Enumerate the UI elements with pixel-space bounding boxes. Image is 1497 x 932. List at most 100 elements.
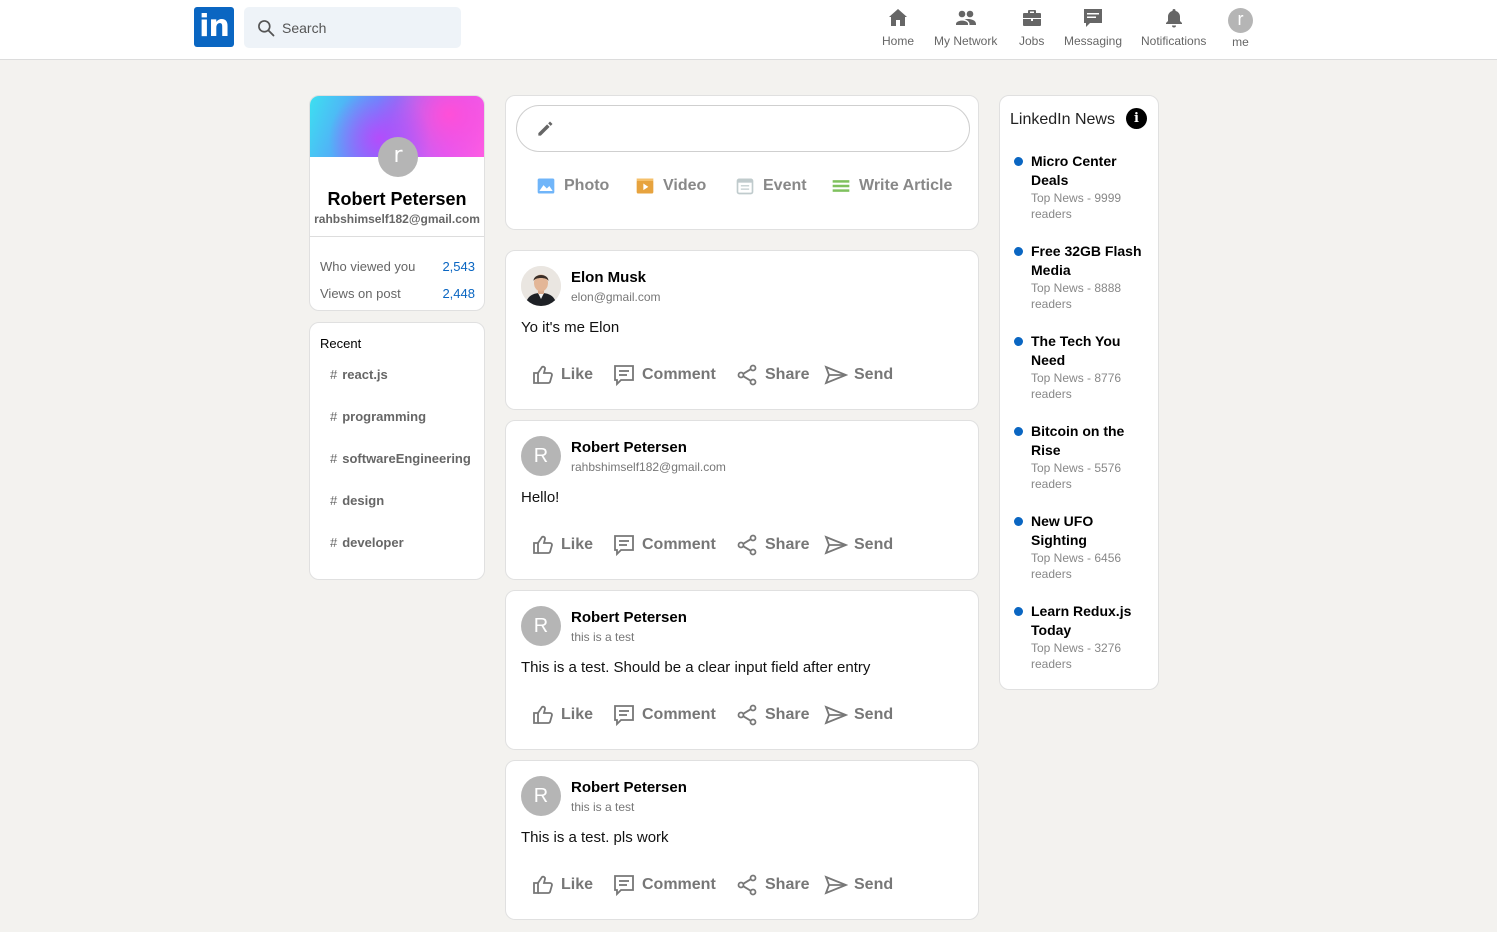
compose-input[interactable]: [516, 105, 970, 152]
post-author-name[interactable]: Elon Musk: [571, 269, 646, 286]
tag-label: softwareEngineering: [342, 451, 471, 466]
post-avatar[interactable]: R: [521, 776, 561, 816]
tag-label: developer: [342, 535, 404, 550]
like-button[interactable]: Like: [531, 533, 593, 557]
news-headline: New UFO Sighting: [1031, 513, 1094, 548]
hash-icon: #: [330, 409, 338, 424]
tag-label: programming: [342, 409, 427, 424]
like-button[interactable]: Like: [531, 703, 593, 727]
news-sub: Top News - 3276 readers: [1031, 641, 1122, 671]
news-item[interactable]: Learn Redux.js Today Top News - 3276 rea…: [1010, 602, 1150, 672]
nav-label: Notifications: [1141, 34, 1207, 48]
comment-button[interactable]: Comment: [612, 363, 716, 387]
share-icon: [737, 534, 757, 556]
share-button[interactable]: Share: [735, 533, 809, 557]
action-label: Share: [765, 706, 810, 723]
send-button[interactable]: Send: [824, 873, 893, 897]
feed-post: R Robert Petersen rahbshimself182@gmail.…: [505, 420, 979, 580]
send-icon: [824, 875, 848, 895]
elon-avatar[interactable]: [521, 266, 561, 306]
compose-photo-button[interactable]: Photo: [536, 176, 609, 196]
compose-video-button[interactable]: Video: [635, 176, 706, 196]
search-bar[interactable]: [244, 7, 461, 48]
post-author-name[interactable]: Robert Petersen: [571, 439, 687, 456]
comment-button[interactable]: Comment: [612, 703, 716, 727]
profile-avatar[interactable]: r: [378, 137, 418, 177]
news-item[interactable]: Bitcoin on the Rise Top News - 5576 read…: [1010, 422, 1150, 492]
share-button[interactable]: Share: [735, 363, 809, 387]
stat-label: Views on post: [320, 286, 401, 301]
news-item[interactable]: The Tech You Need Top News - 8776 reader…: [1010, 332, 1150, 402]
comment-button[interactable]: Comment: [612, 873, 716, 897]
news-headline: The Tech You Need: [1031, 333, 1121, 368]
bullet-icon: [1014, 337, 1023, 346]
news-item[interactable]: Free 32GB Flash Media Top News - 8888 re…: [1010, 242, 1150, 312]
post-author-name[interactable]: Robert Petersen: [571, 779, 687, 796]
news-sub: Top News - 5576 readers: [1031, 461, 1122, 491]
compose-option-label: Write Article: [859, 177, 953, 194]
info-icon[interactable]: i: [1126, 108, 1147, 129]
recent-tag[interactable]: # design: [330, 493, 384, 508]
post-avatar[interactable]: R: [521, 606, 561, 646]
recent-tag[interactable]: # programming: [330, 409, 426, 424]
recent-tag[interactable]: # developer: [330, 535, 404, 550]
post-avatar[interactable]: R: [521, 436, 561, 476]
search-input[interactable]: [282, 19, 442, 36]
news-sub: Top News - 8776 readers: [1031, 371, 1122, 401]
nav-me[interactable]: r me: [1228, 6, 1253, 49]
news-item[interactable]: New UFO Sighting Top News - 6456 readers: [1010, 512, 1150, 582]
send-button[interactable]: Send: [824, 703, 893, 727]
comment-button[interactable]: Comment: [612, 533, 716, 557]
compose-option-label: Photo: [564, 177, 610, 194]
news-item[interactable]: Micro Center Deals Top News - 9999 reade…: [1010, 152, 1150, 222]
thumbs-up-icon: [533, 365, 553, 384]
like-button[interactable]: Like: [531, 873, 593, 897]
nav-messaging[interactable]: Messaging: [1064, 6, 1122, 48]
comment-icon: [614, 705, 634, 727]
action-label: Share: [765, 366, 810, 383]
nav-jobs[interactable]: Jobs: [1019, 6, 1044, 48]
post-author-sub: rahbshimself182@gmail.com: [571, 460, 726, 474]
network-icon: [955, 10, 976, 25]
comment-icon: [614, 535, 634, 557]
nav-my-network[interactable]: My Network: [934, 6, 997, 48]
send-icon: [824, 365, 848, 385]
linkedin-logo[interactable]: in: [194, 7, 234, 47]
action-label: Comment: [642, 536, 716, 553]
feed-post: R Robert Petersen this is a test This is…: [505, 590, 979, 750]
post-composer: Photo Video Event Write Article: [505, 95, 979, 230]
stat-value: 2,448: [442, 286, 475, 301]
news-headline: Micro Center Deals: [1031, 153, 1117, 188]
comment-icon: [614, 365, 634, 387]
send-icon: [824, 535, 848, 555]
like-button[interactable]: Like: [531, 363, 593, 387]
post-author-name[interactable]: Robert Petersen: [571, 609, 687, 626]
news-card: LinkedIn News i Micro Center Deals Top N…: [999, 95, 1159, 690]
send-button[interactable]: Send: [824, 363, 893, 387]
compose-article-button[interactable]: Write Article: [831, 176, 952, 196]
stat-views-on-post[interactable]: Views on post 2,448: [320, 286, 475, 301]
post-message: Hello!: [521, 489, 560, 506]
tag-label: design: [342, 493, 385, 508]
action-label: Like: [561, 876, 594, 893]
recent-card: Recent # react.js # programming # softwareE…: [309, 322, 485, 580]
chat-icon: [1084, 9, 1103, 27]
action-label: Send: [854, 366, 894, 383]
nav-notifications[interactable]: Notifications: [1141, 6, 1206, 48]
top-header: in Home My Network Jobs Messaging Notifi…: [0, 0, 1497, 60]
share-icon: [737, 704, 757, 726]
share-button[interactable]: Share: [735, 873, 809, 897]
recent-tag[interactable]: # react.js: [330, 367, 388, 382]
share-button[interactable]: Share: [735, 703, 809, 727]
send-button[interactable]: Send: [824, 533, 893, 557]
profile-name[interactable]: Robert Petersen: [310, 189, 484, 210]
home-icon: [889, 9, 907, 26]
stat-who-viewed[interactable]: Who viewed you 2,543: [320, 259, 475, 274]
news-headline: Bitcoin on the Rise: [1031, 423, 1125, 458]
profile-email: rahbshimself182@gmail.com: [314, 212, 480, 226]
recent-tag[interactable]: # softwareEngineering: [330, 451, 471, 466]
compose-event-button[interactable]: Event: [735, 176, 807, 196]
nav-label: Home: [882, 34, 915, 48]
avatar: r: [1228, 8, 1253, 33]
nav-home[interactable]: Home: [882, 6, 914, 48]
